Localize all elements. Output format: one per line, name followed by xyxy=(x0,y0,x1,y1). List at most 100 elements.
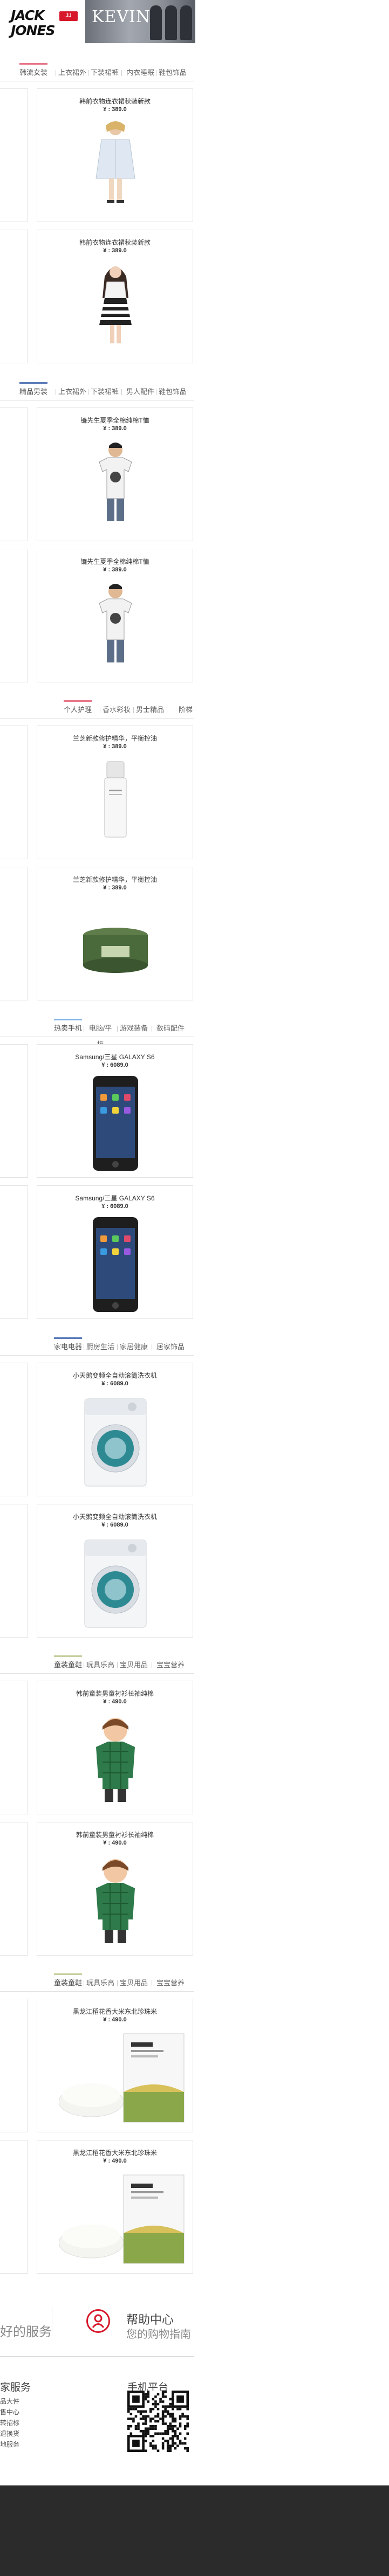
partial-product-card[interactable] xyxy=(0,1044,28,1178)
header-banner[interactable]: KEVIN xyxy=(85,0,195,43)
floor-tab[interactable]: 热卖手机 xyxy=(54,1020,82,1037)
kids-shirt-product-image[interactable] xyxy=(83,1855,148,1949)
floor-tab[interactable]: 玩具乐高 xyxy=(86,1975,114,1991)
partial-product-card[interactable] xyxy=(0,1822,28,1956)
partial-product-card[interactable] xyxy=(0,1504,28,1638)
service-link[interactable]: 品大件 xyxy=(0,2397,19,2406)
tshirt-product-image[interactable] xyxy=(83,579,148,668)
product-card[interactable]: 兰芝新款修护精华，平衡控油 ¥ : 389.0 xyxy=(37,726,193,859)
product-name[interactable]: 小天鹅变频全自动滚筒洗衣机 xyxy=(37,1512,193,1521)
floor-tab[interactable]: 个人护理 xyxy=(64,702,92,718)
floor-tab[interactable]: 游戏装备 xyxy=(120,1020,148,1037)
product-name[interactable]: 小天鹅变频全自动滚筒洗衣机 xyxy=(37,1371,193,1380)
product-card[interactable]: 韩前童装男童衬衫长袖纯棉 ¥ : 490.0 xyxy=(37,1681,193,1814)
floor-tab[interactable]: 鞋包饰品 xyxy=(159,65,187,81)
product-card[interactable]: 镰先生夏季全棉纯棉T恤 ¥ : 389.0 xyxy=(37,408,193,541)
product-name[interactable]: 兰芝新款修护精华，平衡控油 xyxy=(37,734,193,743)
product-card[interactable]: 镰先生夏季全棉纯棉T恤 ¥ : 389.0 xyxy=(37,549,193,682)
washing-machine-product-image[interactable] xyxy=(80,1397,151,1491)
product-card[interactable]: 小天鹅变频全自动滚筒洗衣机 ¥ : 6089.0 xyxy=(37,1504,193,1638)
footer-dark-band xyxy=(0,2485,389,2576)
service-link[interactable]: 转招标 xyxy=(0,2418,19,2427)
product-price: ¥ : 6089.0 xyxy=(101,1062,128,1068)
product-card[interactable]: 韩前衣物连衣裙秋装新款 ¥ : 389.0 xyxy=(37,88,193,222)
floor-tab[interactable]: 宝宝营养 xyxy=(154,1975,187,1991)
partial-product-card[interactable] xyxy=(0,867,28,1000)
tshirt-product-image[interactable] xyxy=(83,438,148,527)
floor-tab[interactable]: 居家饰品 xyxy=(154,1339,187,1355)
product-name[interactable]: 兰芝新款修护精华，平衡控油 xyxy=(37,875,193,884)
service-link[interactable]: 地服务 xyxy=(0,2440,19,2449)
partial-product-card[interactable] xyxy=(0,1999,28,2132)
product-name[interactable]: 韩前衣物连衣裙秋装新款 xyxy=(37,238,193,247)
floor-tab[interactable]: 宝宝营养 xyxy=(154,1657,187,1673)
floor-tab[interactable]: 阶梯 xyxy=(169,702,202,718)
floor-tab[interactable]: 韩流女装 xyxy=(19,65,47,81)
product-name[interactable]: 镰先生夏季全棉纯棉T恤 xyxy=(37,416,193,425)
floor-tab[interactable]: 童装童鞋 xyxy=(54,1657,82,1673)
product-name[interactable]: Samsung/三星 GALAXY S6 xyxy=(37,1193,193,1203)
product-card[interactable]: 韩前衣物连衣裙秋装新款 ¥ : 389.0 xyxy=(37,230,193,363)
partial-product-card[interactable] xyxy=(0,1363,28,1496)
floor-tab[interactable]: 下装裙裤 xyxy=(91,384,119,400)
tab-separator xyxy=(121,389,122,395)
product-card[interactable]: 小天鹅变频全自动滚筒洗衣机 ¥ : 6089.0 xyxy=(37,1363,193,1496)
floor-tab[interactable]: 鞋包饰品 xyxy=(159,384,187,400)
product-name[interactable]: Samsung/三星 GALAXY S6 xyxy=(37,1052,193,1061)
floor-tab[interactable]: 玩具乐高 xyxy=(86,1657,114,1673)
partial-product-card[interactable] xyxy=(0,1185,28,1319)
rice-bag-product-image[interactable] xyxy=(58,2032,188,2126)
dress-product-image[interactable] xyxy=(83,260,148,349)
product-card[interactable]: Samsung/三星 GALAXY S6 ¥ : 6089.0 xyxy=(37,1185,193,1319)
floor-tab[interactable]: 精品男装 xyxy=(19,384,47,400)
product-name[interactable]: 韩前衣物连衣裙秋装新款 xyxy=(37,96,193,106)
serum-bottle-product-image[interactable] xyxy=(83,756,148,845)
partial-product-card[interactable] xyxy=(0,88,28,222)
rice-bag-product-image[interactable] xyxy=(58,2173,188,2267)
cream-jar-product-image[interactable] xyxy=(78,919,153,986)
product-name[interactable]: 镰先生夏季全棉纯棉T恤 xyxy=(37,557,193,566)
partial-product-card[interactable] xyxy=(0,2140,28,2274)
smartphone-product-image[interactable] xyxy=(88,1075,142,1175)
floor-tab[interactable]: 下装裙裤 xyxy=(91,65,119,81)
kids-shirt-product-image[interactable] xyxy=(83,1714,148,1808)
floor-tab[interactable]: 厨房生活 xyxy=(86,1339,114,1355)
product-card[interactable]: 黑龙江稻花香大米东北珍珠米 ¥ : 490.0 xyxy=(37,1999,193,2132)
partial-product-card[interactable] xyxy=(0,408,28,541)
floor-tab[interactable]: 内衣睡眠 xyxy=(124,65,156,81)
product-name[interactable]: 韩前童装男童衬衫长袖纯棉 xyxy=(37,1689,193,1698)
product-card[interactable]: 韩前童装男童衬衫长袖纯棉 ¥ : 490.0 xyxy=(37,1822,193,1956)
floor-tab[interactable]: 家居健康 xyxy=(120,1339,148,1355)
floor-tab[interactable]: 童装童鞋 xyxy=(54,1975,82,1991)
product-card[interactable]: 兰芝新款修护精华，平衡控油 ¥ : 389.0 xyxy=(37,867,193,1000)
product-name[interactable]: 韩前童装男童衬衫长袖纯棉 xyxy=(37,1830,193,1839)
partial-product-card[interactable] xyxy=(0,726,28,859)
floor-tab[interactable]: 香水彩妆 xyxy=(103,702,131,718)
floor-tab-bar: 童装童鞋 玩具乐高 宝贝用品 宝宝营养 xyxy=(0,1655,194,1673)
floor-tab[interactable]: 上衣裙外 xyxy=(58,384,86,400)
floor-tab[interactable]: 男士精品 xyxy=(136,702,164,718)
floor-tab[interactable]: 宝贝用品 xyxy=(120,1657,148,1673)
service-link[interactable]: 退换货 xyxy=(0,2429,19,2438)
floor-tab[interactable]: 家电电器 xyxy=(54,1339,82,1355)
active-tab-underline xyxy=(54,1019,82,1020)
floor-tab[interactable]: 上衣裙外 xyxy=(58,65,86,81)
product-card[interactable]: Samsung/三星 GALAXY S6 ¥ : 6089.0 xyxy=(37,1044,193,1178)
smartphone-product-image[interactable] xyxy=(88,1216,142,1316)
help-icon[interactable] xyxy=(86,2309,110,2333)
washing-machine-product-image[interactable] xyxy=(80,1538,151,1632)
product-name[interactable]: 黑龙江稻花香大米东北珍珠米 xyxy=(37,2148,193,2157)
banner-model-figure xyxy=(180,5,192,40)
brand-logo[interactable]: JACK JONES JJ xyxy=(11,6,78,40)
partial-product-card[interactable] xyxy=(0,230,28,363)
partial-product-card[interactable] xyxy=(0,549,28,682)
coat-product-image[interactable] xyxy=(83,119,148,208)
floor-tab[interactable]: 数码配件 xyxy=(154,1020,187,1037)
floor-tab[interactable]: 男人配件 xyxy=(124,384,156,400)
service-link[interactable]: 售中心 xyxy=(0,2407,19,2416)
floor-tab[interactable]: 宝贝用品 xyxy=(120,1975,148,1991)
partial-product-card[interactable] xyxy=(0,1681,28,1814)
product-name[interactable]: 黑龙江稻花香大米东北珍珠米 xyxy=(37,2007,193,2016)
product-card[interactable]: 黑龙江稻花香大米东北珍珠米 ¥ : 490.0 xyxy=(37,2140,193,2274)
floor-tab[interactable]: 电脑/平板 xyxy=(86,1020,114,1048)
